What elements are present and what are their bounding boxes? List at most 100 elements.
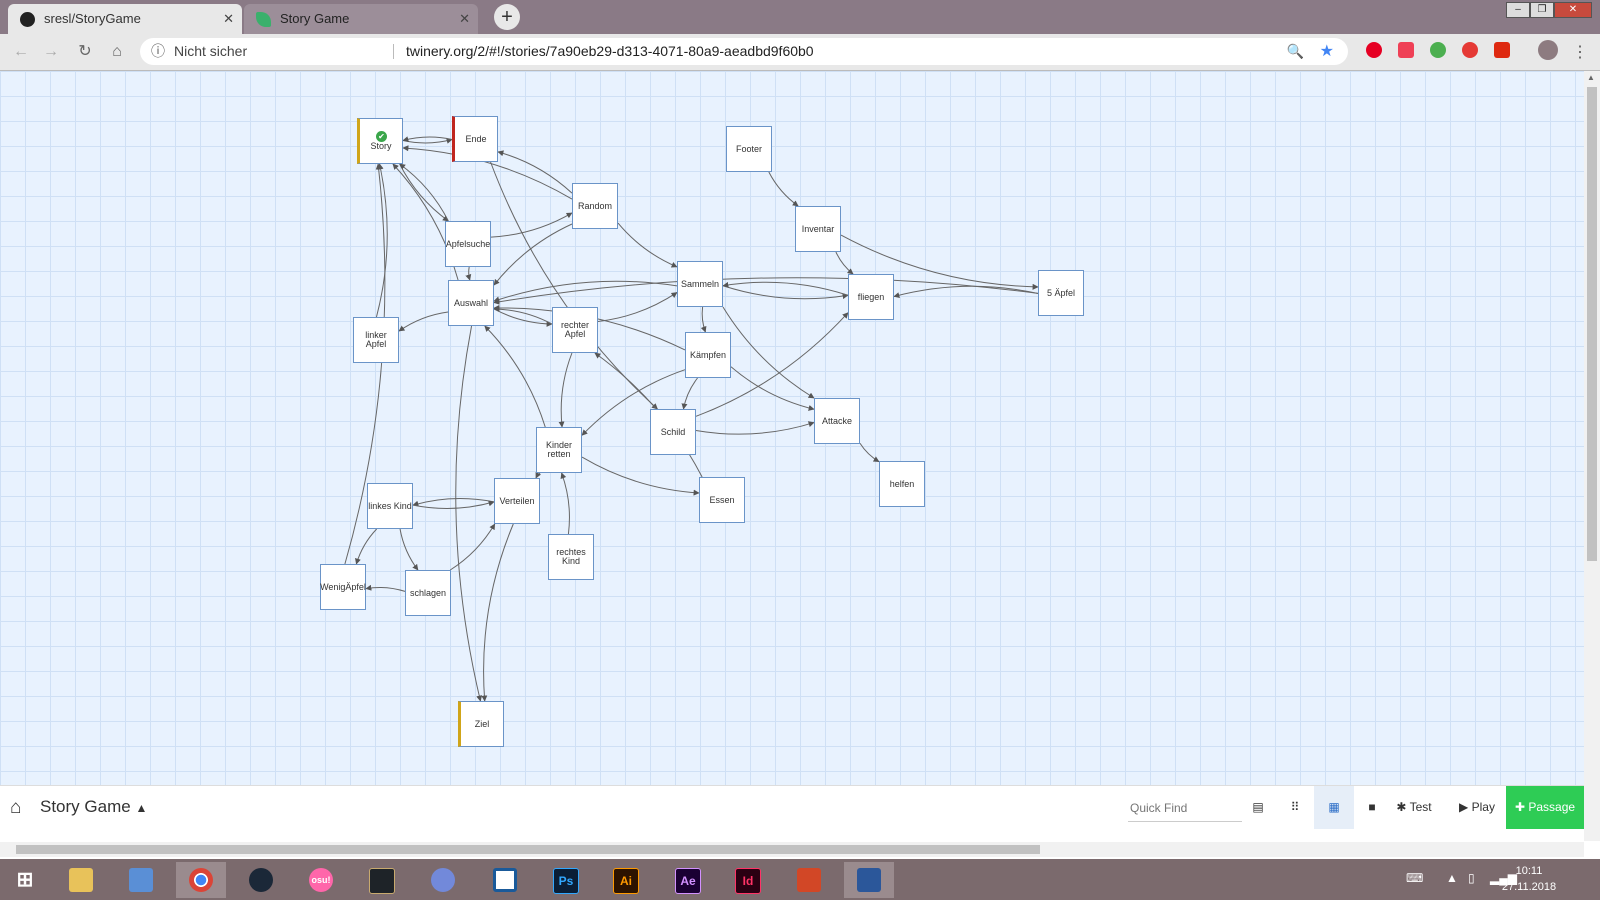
tray-arrow-icon[interactable]: ▲ (1446, 871, 1458, 885)
passage-schild[interactable]: Schild (650, 409, 696, 455)
tab-story-game[interactable]: Story Game ✕ (244, 4, 478, 34)
passage-linkerapfel[interactable]: linker Apfel (353, 317, 399, 363)
passage-random[interactable]: Random (572, 183, 618, 229)
steam-icon[interactable] (236, 862, 286, 898)
illustrator-icon[interactable]: Ai (600, 862, 650, 898)
link-sammeln-fliegen (722, 285, 849, 300)
passage-sammeln[interactable]: Sammeln (677, 261, 723, 307)
passage-rechterapfel[interactable]: rechter Apfel (552, 307, 598, 353)
link-ende-story (402, 136, 453, 143)
passage-wenigapfel[interactable]: WenigÄpfel (320, 564, 366, 610)
control-panel-icon[interactable] (116, 862, 166, 898)
reload-icon[interactable]: ↻ (74, 41, 96, 63)
forward-icon[interactable]: → (40, 41, 62, 63)
word-icon[interactable] (844, 862, 894, 898)
passage-label: Kämpfen (689, 349, 727, 360)
passage-auswahl[interactable]: Auswahl (448, 280, 494, 326)
info-icon[interactable]: ⓘ (148, 38, 168, 65)
osu-icon[interactable]: osu! (296, 862, 346, 898)
passage-label: 5 Äpfel (1046, 287, 1076, 298)
passage-footer[interactable]: Footer (726, 126, 772, 172)
minimize-button[interactable]: – (1506, 2, 1530, 18)
start-icon[interactable]: ⊞ (0, 862, 50, 898)
ext-red-icon[interactable] (1462, 42, 1478, 58)
back-icon[interactable]: ← (10, 41, 32, 63)
passage-5apfel[interactable]: 5 Äpfel (1038, 270, 1084, 316)
url-text[interactable]: twinery.org/2/#!/stories/7a90eb29-d313-4… (406, 38, 814, 65)
link-linkerapfel-story (375, 163, 388, 318)
close-icon[interactable]: ✕ (223, 4, 234, 34)
link-kampfen-schild (681, 377, 698, 410)
passage-label: rechter Apfel (560, 320, 589, 339)
play-button[interactable]: ▶ Play (1454, 786, 1500, 829)
passage-label: rechtes Kind (556, 547, 586, 566)
zoom-icon[interactable]: 🔍 (1287, 38, 1304, 65)
after-effects-icon[interactable]: Ae (662, 862, 712, 898)
quick-find-input[interactable] (1128, 795, 1242, 822)
passage-inventar[interactable]: Inventar (795, 206, 841, 252)
passage-rechteskind[interactable]: rechtes Kind (548, 534, 594, 580)
story-title[interactable]: Story Game ▲ (40, 797, 147, 817)
ext-flag-icon[interactable] (1494, 42, 1510, 58)
avatar[interactable] (1538, 40, 1558, 60)
passage-fliegen[interactable]: fliegen (848, 274, 894, 320)
add-passage-button[interactable]: ✚ Passage (1506, 786, 1584, 829)
small-grid-icon[interactable]: ⠿ (1276, 786, 1314, 829)
clipboard-icon[interactable] (480, 862, 530, 898)
passage-helfen[interactable]: helfen (879, 461, 925, 507)
test-button[interactable]: ✱ Test (1392, 786, 1436, 829)
highlight-toggle-icon[interactable]: ▤ (1240, 786, 1276, 829)
scroll-up-icon[interactable]: ▲ (1587, 73, 1595, 82)
story-map[interactable]: ✔ Story Ende Footer Random Inventar Apfelsuche… (0, 71, 1584, 785)
link-rechterapfel-kinderretten (558, 352, 573, 428)
passage-schlagen[interactable]: schlagen (405, 570, 451, 616)
battery-icon[interactable]: ▯ (1468, 871, 1475, 885)
passage-label: helfen (889, 478, 915, 489)
tab-github[interactable]: sresl/StoryGame ✕ (8, 4, 242, 34)
home-icon[interactable]: ⌂ (106, 41, 128, 63)
discord-icon[interactable] (418, 862, 468, 898)
close-window-button[interactable]: ✕ (1554, 2, 1592, 18)
menu-icon[interactable]: ⋮ (1572, 42, 1588, 62)
passage-kampfen[interactable]: Kämpfen (685, 332, 731, 378)
scrollbar-thumb[interactable] (1587, 87, 1597, 561)
medium-grid-icon[interactable]: ▦ (1314, 786, 1354, 829)
chrome-icon[interactable] (176, 862, 226, 898)
passage-linkeskind[interactable]: linkes Kind (367, 483, 413, 529)
passage-apfelsuche[interactable]: Apfelsuche (445, 221, 491, 267)
passage-label: Sammeln (680, 278, 719, 289)
address-bar[interactable]: ⓘ Nicht sicher twinery.org/2/#!/stories/… (140, 38, 1348, 65)
new-tab-button[interactable]: + (494, 4, 520, 30)
link-sammeln-attacke (722, 306, 815, 399)
horizontal-scrollbar[interactable] (0, 842, 1584, 857)
photoshop-icon[interactable]: Ps (540, 862, 590, 898)
passage-story[interactable]: ✔ Story (357, 118, 403, 164)
ext-green-icon[interactable] (1430, 42, 1446, 58)
passage-label: linker Apfel (365, 330, 387, 349)
pocket-icon[interactable] (1398, 42, 1414, 58)
powerpoint-icon[interactable] (784, 862, 834, 898)
restore-button[interactable]: ❐ (1530, 2, 1554, 18)
bookmark-star-icon[interactable]: ★ (1320, 38, 1334, 65)
passage-verteilen[interactable]: Verteilen (494, 478, 540, 524)
passage-essen[interactable]: Essen (699, 477, 745, 523)
passage-attacke[interactable]: Attacke (814, 398, 860, 444)
passage-ende[interactable]: Ende (452, 116, 498, 162)
keyboard-icon[interactable]: ⌨ (1406, 871, 1423, 885)
league-icon[interactable] (356, 862, 406, 898)
vertical-scrollbar[interactable]: ▲ (1584, 71, 1600, 841)
indesign-icon[interactable]: Id (722, 862, 772, 898)
passage-label: WenigÄpfel (320, 581, 366, 592)
passage-ziel[interactable]: Ziel (458, 701, 504, 747)
pinterest-icon[interactable] (1366, 42, 1382, 58)
link-footer-inventar (768, 171, 799, 207)
explorer-icon[interactable] (56, 862, 106, 898)
link-apfelsuche-auswahl (465, 266, 472, 281)
bug-icon: ✱ (1396, 800, 1407, 814)
close-icon[interactable]: ✕ (459, 4, 470, 34)
clock[interactable]: 10:11 27.11.2018 (1494, 863, 1564, 895)
large-square-icon[interactable]: ■ (1354, 786, 1390, 829)
passage-kinderretten[interactable]: Kinder retten (536, 427, 582, 473)
scrollbar-thumb[interactable] (16, 845, 1040, 854)
library-home-icon[interactable]: ⌂ (10, 797, 21, 819)
